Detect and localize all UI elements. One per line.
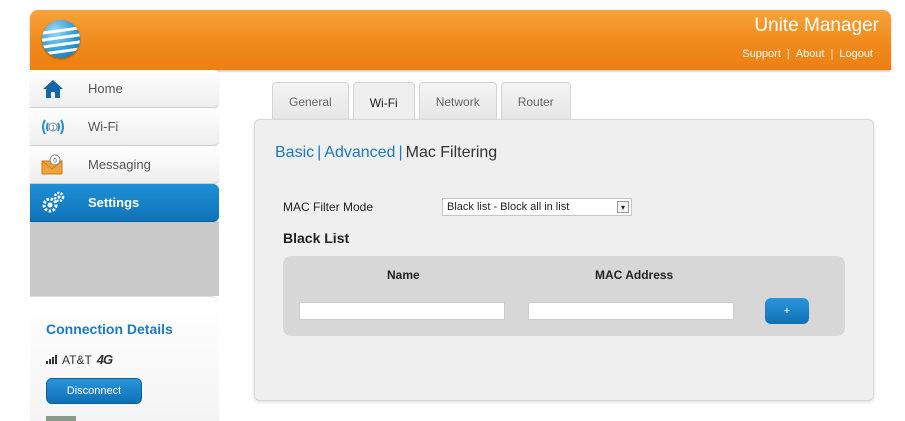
home-icon [38,76,68,102]
sidebar-item-messaging[interactable]: 0 Messaging [30,146,219,184]
about-link[interactable]: About [790,48,831,60]
tab-general[interactable]: General [272,82,349,120]
connection-details-title: Connection Details [46,321,173,337]
mac-filter-mode-select[interactable]: Black list - Block all in list ▾ [442,198,632,216]
subnav-mac-filtering-link[interactable]: Mac Filtering [406,144,498,162]
header-links: Support | About | Logout [736,48,879,60]
sidebar-item-settings[interactable]: Settings [30,184,219,222]
subnav-separator: | [398,144,403,161]
name-input[interactable] [299,302,505,320]
status-indicator [46,416,76,421]
chevron-down-icon: ▾ [617,201,629,213]
mac-filter-mode-value: Black list - Block all in list [447,201,570,213]
column-header-name: Name [387,268,420,282]
signal-bars-icon [46,355,57,364]
column-header-mac-address: MAC Address [595,268,674,282]
wifi-icon: 1 [38,114,68,140]
sidebar-item-label: Wi-Fi [88,119,119,134]
sidebar-item-home[interactable]: Home [30,70,219,108]
tab-router[interactable]: Router [500,82,571,120]
sidebar: Home 1 Wi-Fi 0 Messaging Settings Connec… [30,70,219,421]
app-header: Unite Manager Support | About | Logout [30,10,891,70]
link-separator: | [786,48,790,60]
sidebar-item-wifi[interactable]: 1 Wi-Fi [30,108,219,146]
wifi-settings-panel: Basic | Advanced | Mac Filtering MAC Fil… [254,119,874,401]
tab-wifi[interactable]: Wi-Fi [352,82,415,122]
sidebar-item-label: Home [88,81,123,96]
mac-address-input[interactable] [528,302,734,320]
add-entry-button[interactable]: + [765,298,809,324]
sidebar-item-label: Messaging [88,157,151,172]
subnav-basic-link[interactable]: Basic [275,144,314,162]
black-list-table: Name MAC Address + [283,256,845,336]
app-title: Unite Manager [754,15,879,36]
mac-filter-mode-label: MAC Filter Mode [283,200,374,214]
sidebar-item-label: Settings [88,195,140,210]
carrier-status: AT&T 4G [46,352,113,367]
connection-details-panel: Connection Details AT&T 4G Disconnect [30,296,219,421]
subnav-advanced-link[interactable]: Advanced [324,144,395,162]
carrier-name: AT&T [62,352,92,367]
sidebar-spacer [30,222,219,296]
black-list-title: Black List [283,230,350,246]
wifi-subnav: Basic | Advanced | Mac Filtering [275,144,497,162]
network-type-icon: 4G [96,352,113,367]
logout-link[interactable]: Logout [833,48,879,60]
settings-tabs: General Wi-Fi Network Router [272,82,571,122]
tab-network[interactable]: Network [418,82,497,120]
messaging-icon: 0 [38,152,68,178]
subnav-separator: | [317,144,322,161]
att-logo [42,20,80,58]
settings-icon [38,190,68,216]
support-link[interactable]: Support [736,48,787,60]
link-separator: | [830,48,834,60]
disconnect-button[interactable]: Disconnect [46,378,142,404]
